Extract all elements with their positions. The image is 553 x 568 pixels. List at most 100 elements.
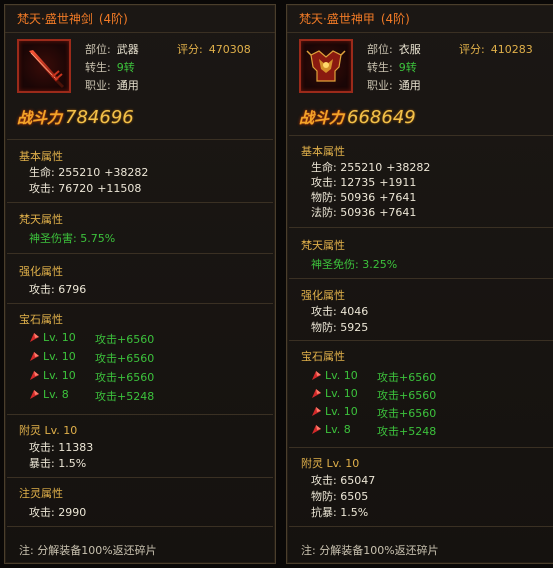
gem-row[interactable]: Lv. 10 攻击+6560 bbox=[29, 331, 154, 346]
gem-row[interactable]: Lv. 8 攻击+5248 bbox=[311, 423, 436, 438]
divider bbox=[289, 227, 553, 228]
fantian-attr-title: 梵天属性 bbox=[19, 213, 63, 226]
item-title: 梵天·盛世神甲 (4阶) bbox=[287, 5, 553, 33]
basic-attr-line: 物防: 50936 +7641 bbox=[311, 189, 416, 205]
spirit-attr-line: 抗暴: 1.5% bbox=[311, 506, 369, 519]
enhance-attr-line: 攻击: 4046 bbox=[311, 305, 369, 318]
divider bbox=[289, 135, 553, 136]
ruby-gem-icon bbox=[29, 370, 40, 381]
ruby-gem-icon bbox=[311, 370, 322, 381]
combat-power: 战斗力 784696 bbox=[17, 107, 134, 131]
ruby-gem-icon bbox=[311, 406, 322, 417]
spirit-attr-title: 附灵 Lv. 10 bbox=[301, 457, 360, 470]
attr-bonus: +1911 bbox=[379, 176, 417, 189]
combat-power-label: 战斗力 bbox=[17, 109, 63, 127]
divider bbox=[7, 477, 273, 478]
attr-bonus: +38282 bbox=[386, 161, 431, 174]
score-label: 评分: bbox=[459, 43, 485, 56]
slot-value: 武器 bbox=[116, 43, 139, 56]
combat-power-value: 668649 bbox=[347, 107, 416, 128]
armor-icon[interactable] bbox=[299, 39, 353, 93]
rebirth-row: 转生: 9转 bbox=[85, 59, 135, 75]
gem-row[interactable]: Lv. 8 攻击+5248 bbox=[29, 388, 154, 403]
equipment-tooltip-armor: 梵天·盛世神甲 (4阶) 部位: 衣服 转生: 9转 职业: 通用 评分: 410283 … bbox=[286, 4, 553, 564]
divider bbox=[289, 340, 553, 341]
job-row: 职业: 通用 bbox=[367, 77, 421, 93]
attr-bonus: +11508 bbox=[97, 182, 142, 195]
gem-attr-title: 宝石属性 bbox=[301, 350, 345, 363]
spirit-attr-title: 附灵 Lv. 10 bbox=[19, 424, 78, 437]
item-name: 梵天·盛世神甲 bbox=[299, 12, 375, 26]
item-tier: (4阶) bbox=[98, 12, 128, 26]
divider bbox=[7, 414, 273, 415]
gem-level: Lv. 10 bbox=[325, 405, 358, 418]
item-tier: (4阶) bbox=[380, 12, 410, 26]
slot-row: 部位: 武器 bbox=[85, 41, 139, 57]
gem-row[interactable]: Lv. 10 攻击+6560 bbox=[311, 369, 436, 384]
enhance-attr-line: 攻击: 6796 bbox=[29, 283, 87, 296]
gem-row[interactable]: Lv. 10 攻击+6560 bbox=[29, 350, 154, 365]
ruby-gem-icon bbox=[29, 351, 40, 362]
gem-value: 攻击+6560 bbox=[95, 333, 155, 346]
attr-text: 法防: 50936 bbox=[311, 206, 376, 219]
enhance-attr-line: 物防: 5925 bbox=[311, 321, 369, 334]
spirit-attr-line: 暴击: 1.5% bbox=[29, 457, 87, 470]
gem-level: Lv. 8 bbox=[43, 388, 69, 401]
job-label: 职业: bbox=[367, 79, 393, 92]
spirit-attr-line: 攻击: 11383 bbox=[29, 441, 94, 454]
attr-text: 攻击: 76720 bbox=[29, 182, 94, 195]
rebirth-row: 转生: 9转 bbox=[367, 59, 417, 75]
attr-text: 生命: 255210 bbox=[311, 161, 383, 174]
rebirth-value: 9转 bbox=[398, 61, 417, 74]
enhance-attr-title: 强化属性 bbox=[19, 265, 63, 278]
gem-level: Lv. 10 bbox=[43, 350, 76, 363]
gem-level: Lv. 10 bbox=[43, 369, 76, 382]
sword-icon[interactable] bbox=[17, 39, 71, 93]
enhance-attr-title: 强化属性 bbox=[301, 289, 345, 302]
rebirth-label: 转生: bbox=[85, 61, 111, 74]
ruby-gem-icon bbox=[311, 424, 322, 435]
combat-power-value: 784696 bbox=[65, 107, 134, 128]
basic-attr-line: 法防: 50936 +7641 bbox=[311, 204, 416, 220]
job-value: 通用 bbox=[398, 79, 421, 92]
slot-value: 衣服 bbox=[398, 43, 421, 56]
basic-attr-title: 基本属性 bbox=[301, 145, 345, 158]
attr-text: 攻击: 12735 bbox=[311, 176, 376, 189]
gem-level: Lv. 8 bbox=[325, 423, 351, 436]
gem-level: Lv. 10 bbox=[325, 387, 358, 400]
gem-attr-title: 宝石属性 bbox=[19, 313, 63, 326]
basic-attr-line: 生命: 255210 +38282 bbox=[29, 164, 148, 180]
gem-row[interactable]: Lv. 10 攻击+6560 bbox=[29, 369, 154, 384]
gem-value: 攻击+6560 bbox=[377, 371, 437, 384]
divider bbox=[7, 253, 273, 254]
combat-power: 战斗力 668649 bbox=[299, 107, 416, 131]
basic-attr-line: 攻击: 76720 +11508 bbox=[29, 180, 141, 196]
rebirth-label: 转生: bbox=[367, 61, 393, 74]
infuse-attr-line: 攻击: 2990 bbox=[29, 506, 87, 519]
fantian-attr-line: 神圣伤害: 5.75% bbox=[29, 232, 116, 245]
footer-note: 注: 分解装备100%返还碎片 bbox=[19, 544, 157, 557]
gem-row[interactable]: Lv. 10 攻击+6560 bbox=[311, 405, 436, 420]
slot-row: 部位: 衣服 bbox=[367, 41, 421, 57]
score-row: 评分: 410283 bbox=[459, 41, 533, 57]
combat-power-label: 战斗力 bbox=[299, 109, 345, 127]
item-name: 梵天·盛世神剑 bbox=[17, 12, 93, 26]
score-label: 评分: bbox=[177, 43, 203, 56]
gem-row[interactable]: Lv. 10 攻击+6560 bbox=[311, 387, 436, 402]
rebirth-value: 9转 bbox=[116, 61, 135, 74]
gem-value: 攻击+6560 bbox=[377, 389, 437, 402]
score-value: 410283 bbox=[490, 43, 533, 56]
score-row: 评分: 470308 bbox=[177, 41, 251, 57]
attr-text: 物防: 50936 bbox=[311, 191, 376, 204]
equipment-tooltip-sword: 梵天·盛世神剑 (4阶) 部位: 武器 转生: 9转 职业: 通用 评分: 470308 … bbox=[4, 4, 276, 564]
basic-attr-line: 攻击: 12735 +1911 bbox=[311, 174, 416, 190]
gem-level: Lv. 10 bbox=[43, 331, 76, 344]
job-value: 通用 bbox=[116, 79, 139, 92]
ruby-gem-icon bbox=[29, 332, 40, 343]
infuse-attr-title: 注灵属性 bbox=[19, 487, 63, 500]
attr-bonus: +38282 bbox=[104, 166, 149, 179]
gem-value: 攻击+6560 bbox=[377, 407, 437, 420]
spirit-attr-line: 攻击: 65047 bbox=[311, 474, 376, 487]
divider bbox=[7, 139, 273, 140]
attr-text: 生命: 255210 bbox=[29, 166, 101, 179]
